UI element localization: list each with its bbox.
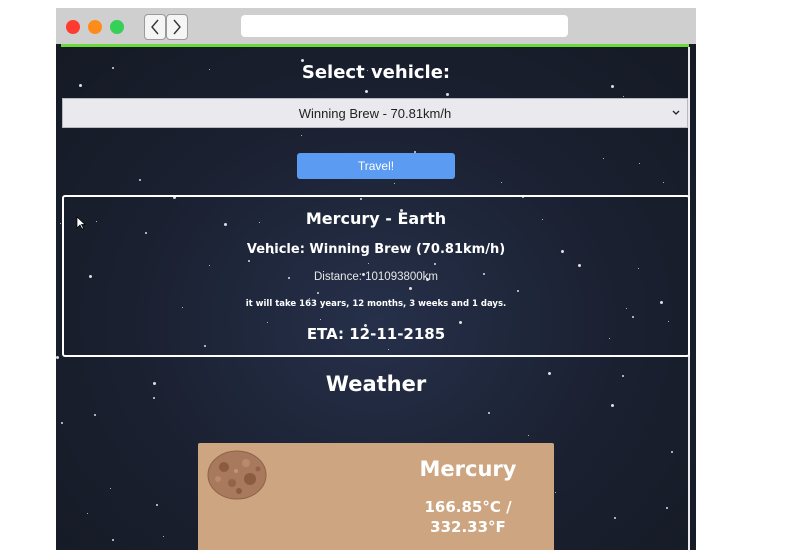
star <box>663 182 664 183</box>
browser-toolbar <box>56 8 696 44</box>
trip-distance: Distance: 101093800km <box>313 271 439 283</box>
trip-info-card: Mercury - Earth Vehicle: Winning Brew (7… <box>62 195 690 357</box>
star <box>394 183 395 184</box>
temperature-celsius: 166.85°C / <box>424 498 512 516</box>
trip-duration: it will take 163 years, 12 months, 3 wee… <box>245 299 507 309</box>
browser-window: Select vehicle: Winning Brew - 70.81km/h… <box>56 8 696 550</box>
star <box>611 404 614 407</box>
star <box>603 158 604 159</box>
route-title: Mercury - Earth <box>305 209 447 228</box>
star <box>614 517 616 519</box>
trip-eta: ETA: 12-11-2185 <box>306 325 446 343</box>
address-bar[interactable] <box>241 15 568 37</box>
temperature-fahrenheit: 332.33°F <box>430 518 506 536</box>
star <box>79 84 82 87</box>
star <box>611 85 614 88</box>
mouse-cursor-icon <box>76 216 86 230</box>
star <box>61 422 63 424</box>
chevron-down-icon <box>672 110 680 115</box>
star <box>87 513 88 514</box>
star <box>528 435 529 436</box>
star <box>501 182 502 183</box>
star <box>301 135 302 136</box>
star <box>488 412 490 414</box>
page-viewport: Select vehicle: Winning Brew - 70.81km/h… <box>56 44 696 550</box>
star <box>153 397 155 399</box>
travel-button[interactable]: Travel! <box>297 153 455 179</box>
star <box>555 492 556 493</box>
star <box>56 356 59 359</box>
star <box>671 451 673 453</box>
trip-vehicle: Vehicle: Winning Brew (70.81km/h) <box>246 242 506 257</box>
mercury-planet-icon <box>207 450 267 500</box>
star <box>94 414 96 416</box>
vehicle-select[interactable]: Winning Brew - 70.81km/h <box>62 98 688 128</box>
star <box>639 163 640 164</box>
chevron-right-icon <box>173 19 181 35</box>
back-button[interactable] <box>144 14 166 40</box>
progress-bar <box>61 44 689 47</box>
chevron-left-icon <box>151 19 159 35</box>
weather-heading: Weather <box>325 372 427 396</box>
star <box>666 507 668 509</box>
star <box>112 539 114 541</box>
star <box>156 504 158 506</box>
star <box>60 223 61 224</box>
star <box>163 536 164 537</box>
minimize-window-button[interactable] <box>88 20 102 34</box>
star <box>365 90 368 93</box>
planet-temperature: 166.85°C / 332.33°F <box>393 497 543 537</box>
planet-weather-card[interactable]: Mercury 166.85°C / 332.33°F <box>198 443 554 550</box>
vehicle-select-value: Winning Brew - 70.81km/h <box>298 105 452 121</box>
star <box>446 93 449 96</box>
star <box>623 96 624 97</box>
star <box>139 179 141 181</box>
forward-button[interactable] <box>166 14 188 40</box>
planet-name: Mercury <box>419 457 517 481</box>
maximize-window-button[interactable] <box>110 20 124 34</box>
select-vehicle-heading: Select vehicle: <box>301 62 451 83</box>
close-window-button[interactable] <box>66 20 80 34</box>
star <box>110 488 111 489</box>
